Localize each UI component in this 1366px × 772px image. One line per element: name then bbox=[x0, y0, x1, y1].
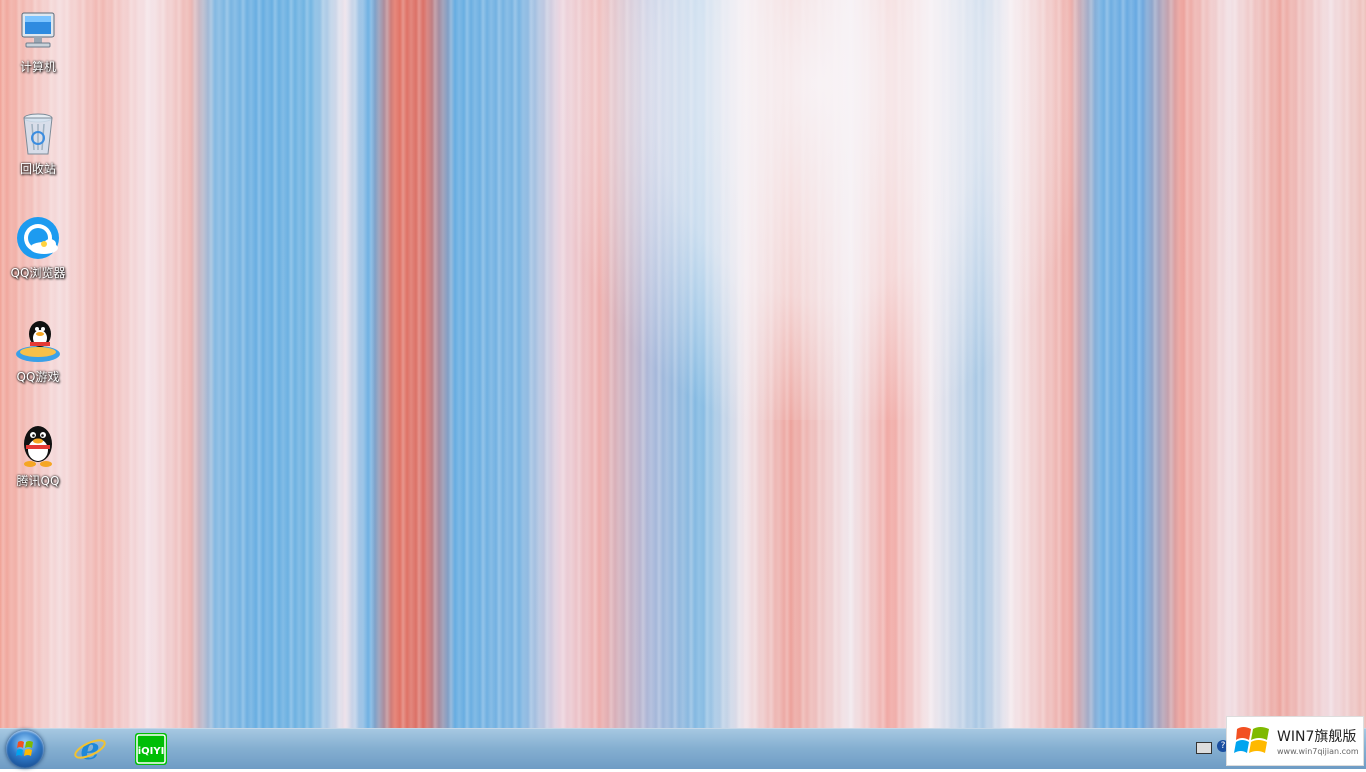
desktop-icon-label: 回收站 bbox=[19, 162, 56, 176]
qq-penguin-icon bbox=[14, 422, 62, 470]
svg-text:e: e bbox=[80, 732, 99, 767]
windows-logo-icon bbox=[1234, 727, 1269, 753]
internet-explorer-icon: e bbox=[74, 732, 106, 767]
site-watermark: WIN7旗舰版 www.win7qijian.com bbox=[1226, 716, 1364, 766]
taskbar-internet-explorer[interactable]: e bbox=[72, 731, 108, 767]
desktop-icon-qq-browser[interactable]: QQ浏览器 bbox=[0, 214, 76, 281]
iqiyi-icon: iQIYI bbox=[135, 733, 167, 765]
desktop-icon-label: 计算机 bbox=[19, 60, 56, 74]
start-orb-icon bbox=[16, 741, 33, 756]
desktop-icon-tencent-qq[interactable]: 腾讯QQ bbox=[0, 422, 76, 489]
desktop-icon-label: QQ浏览器 bbox=[10, 266, 66, 280]
svg-text:iQIYI: iQIYI bbox=[138, 746, 165, 757]
desktop-icon-label: QQ游戏 bbox=[16, 370, 60, 384]
recycle-bin-icon bbox=[14, 110, 62, 158]
desktop-icon-label: 腾讯QQ bbox=[16, 474, 60, 488]
desktop-icon-computer[interactable]: 计算机 bbox=[0, 8, 76, 75]
start-button[interactable] bbox=[6, 730, 44, 768]
desktop-icon-recycle-bin[interactable]: 回收站 bbox=[0, 110, 76, 177]
desktop-wallpaper: 计算机 回收站 QQ浏览器 QQ游戏 腾讯QQ bbox=[0, 0, 1366, 728]
qq-browser-icon bbox=[14, 214, 62, 262]
taskbar-iqiyi[interactable]: iQIYI bbox=[133, 731, 169, 767]
keyboard-tray-icon[interactable] bbox=[1196, 742, 1212, 754]
computer-icon bbox=[14, 8, 62, 56]
wallpaper-highlight bbox=[560, 0, 1080, 420]
watermark-title: WIN7旗舰版 bbox=[1277, 729, 1357, 745]
taskbar: e iQIYI bbox=[0, 728, 1366, 769]
desktop-icon-qq-game[interactable]: QQ游戏 bbox=[0, 318, 76, 385]
qq-game-icon bbox=[14, 318, 62, 366]
watermark-url: www.win7qijian.com bbox=[1277, 747, 1359, 756]
